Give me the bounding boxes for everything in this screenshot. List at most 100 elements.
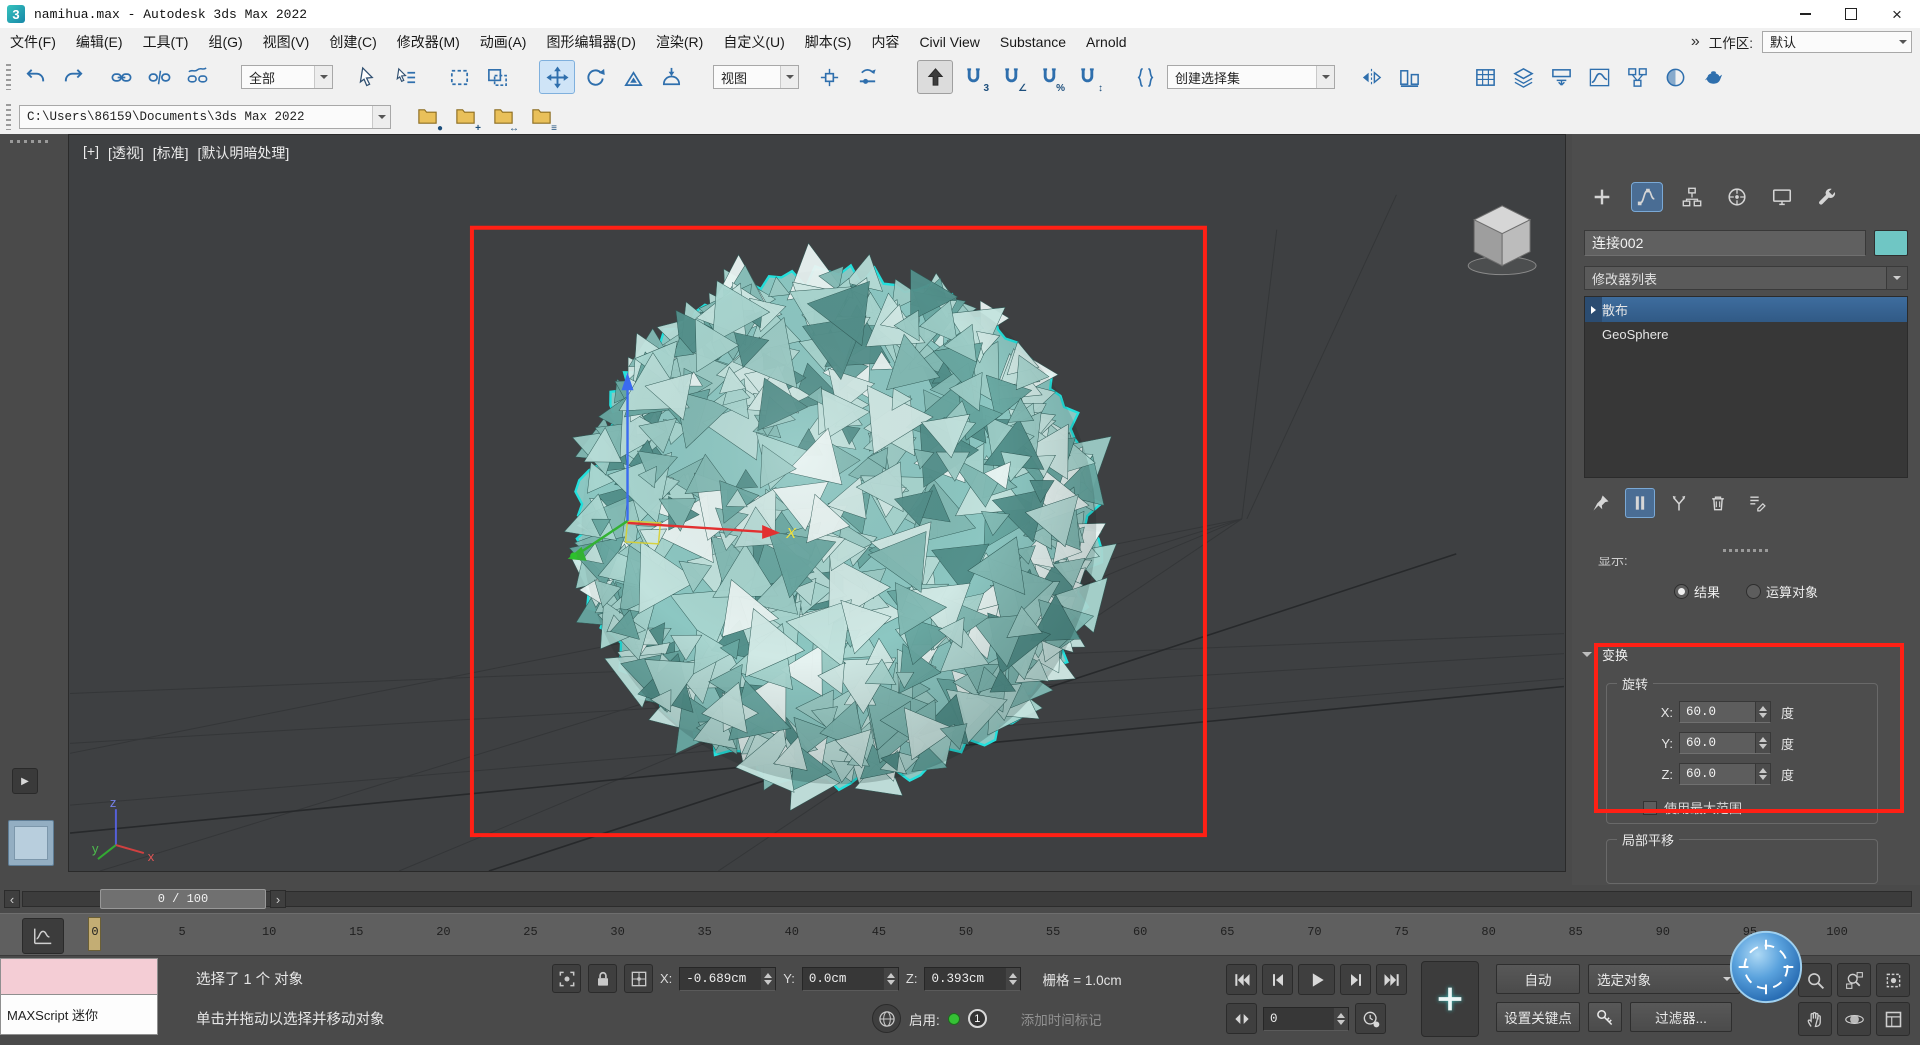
scattered-mesh-object[interactable]	[561, 242, 1131, 814]
selection-lock-button[interactable]	[588, 964, 617, 993]
material-editor-button[interactable]	[1657, 60, 1693, 94]
add-time-tag[interactable]: 添加时间标记	[1021, 1009, 1102, 1029]
radio-result[interactable]: 结果	[1673, 582, 1720, 601]
project-new-folder-button[interactable]: +	[447, 100, 483, 134]
ruler-tick-25[interactable]: 25	[523, 925, 537, 939]
rollout-splitter[interactable]	[1572, 549, 1920, 552]
angle-snap-button[interactable]: ∠	[993, 60, 1029, 94]
absolute-offset-toggle-button[interactable]	[624, 964, 653, 993]
spinner-arrows[interactable]	[1755, 733, 1770, 753]
project-edit-folder-button[interactable]: ≡	[523, 100, 559, 134]
previous-frame-button[interactable]	[1262, 964, 1293, 995]
tab-create[interactable]	[1586, 182, 1618, 212]
menu-item-4[interactable]: 视图(V)	[253, 28, 320, 55]
ruler-tick-100[interactable]: 100	[1826, 925, 1848, 939]
select-and-link-button[interactable]	[103, 60, 139, 94]
interactive-render-icon[interactable]	[872, 1004, 901, 1033]
window-crossing-button[interactable]	[479, 60, 515, 94]
ruler-tick-85[interactable]: 85	[1568, 925, 1582, 939]
zoom-button[interactable]	[1798, 963, 1832, 997]
redo-button[interactable]	[55, 60, 91, 94]
menu-item-13[interactable]: Civil View	[909, 28, 989, 55]
tab-display[interactable]	[1766, 182, 1798, 212]
ruler-tick-55[interactable]: 55	[1046, 925, 1060, 939]
play-button[interactable]	[1298, 964, 1335, 995]
ruler-tick-40[interactable]: 40	[785, 925, 799, 939]
key-step-toggle-button[interactable]	[1226, 1003, 1257, 1034]
minimize-button[interactable]	[1782, 0, 1828, 28]
viewport-shading-menu[interactable]: [默认明暗处理]	[198, 143, 290, 163]
tab-modify[interactable]	[1631, 182, 1663, 212]
maximize-button[interactable]	[1828, 0, 1874, 28]
pin-stack-button[interactable]	[1586, 488, 1616, 518]
ruler-tick-90[interactable]: 90	[1656, 925, 1670, 939]
menu-item-1[interactable]: 编辑(E)	[66, 28, 133, 55]
count-badge[interactable]: 1	[967, 1009, 987, 1028]
configure-modifier-sets-button[interactable]	[1742, 488, 1772, 518]
workspace-dropdown[interactable]: 默认	[1762, 30, 1912, 53]
radio-operands[interactable]: 运算对象	[1746, 582, 1818, 601]
spinner-arrows[interactable]	[1005, 967, 1021, 990]
menu-item-5[interactable]: 创建(C)	[319, 28, 386, 55]
menu-item-9[interactable]: 渲染(R)	[646, 28, 713, 55]
edit-named-selection-sets-button[interactable]	[1127, 60, 1163, 94]
next-frame-button[interactable]	[1340, 964, 1371, 995]
menu-item-3[interactable]: 组(G)	[198, 28, 252, 55]
menu-item-8[interactable]: 图形编辑器(D)	[536, 28, 645, 55]
reference-coordinate-dropdown[interactable]: 视图	[713, 65, 799, 89]
spinner-snap-button[interactable]: ↕	[1069, 60, 1105, 94]
curve-editor-button[interactable]	[1581, 60, 1617, 94]
make-unique-button[interactable]	[1664, 488, 1694, 518]
tab-hierarchy[interactable]	[1676, 182, 1708, 212]
time-step-back-button[interactable]: ‹	[4, 890, 20, 908]
time-configuration-button[interactable]	[1355, 1003, 1386, 1034]
current-frame-field[interactable]: 0	[1263, 1006, 1349, 1031]
project-folder-settings-button[interactable]: ●	[409, 100, 445, 134]
select-and-manipulate-button[interactable]	[849, 60, 885, 94]
menu-item-6[interactable]: 修改器(M)	[387, 28, 470, 55]
viewport-standard-menu[interactable]: [标准]	[153, 143, 189, 163]
select-and-place-button[interactable]	[653, 60, 689, 94]
remove-modifier-button[interactable]	[1703, 488, 1733, 518]
align-button[interactable]	[1391, 60, 1427, 94]
set-key-button[interactable]: 设置关键点	[1496, 1002, 1580, 1032]
ruler-tick-65[interactable]: 65	[1220, 925, 1234, 939]
ruler-tick-50[interactable]: 50	[959, 925, 973, 939]
menu-item-7[interactable]: 动画(A)	[470, 28, 537, 55]
maxscript-mini-listener[interactable]: MAXScript 迷你	[0, 958, 158, 1035]
zoom-extents-button[interactable]	[1876, 963, 1910, 997]
ruler-tick-95[interactable]: 95	[1743, 925, 1757, 939]
ruler-tick-80[interactable]: 80	[1481, 925, 1495, 939]
use-pivot-center-button[interactable]	[811, 60, 847, 94]
undo-button[interactable]	[17, 60, 53, 94]
track-bar[interactable]: 0 5 10 15 20 25 30 35 40 45 50 55 60 65 70 75 80 85 90 95 10…	[0, 913, 1920, 957]
tab-utilities[interactable]	[1811, 182, 1843, 212]
expand-strip-button[interactable]: ▶	[12, 768, 38, 794]
toolbar-drag-handle[interactable]	[6, 103, 11, 130]
viewport-layout-tab[interactable]	[8, 820, 54, 866]
ruler-tick-15[interactable]: 15	[349, 925, 363, 939]
viewport-pov-menu[interactable]: [透视]	[108, 143, 144, 163]
menu-item-2[interactable]: 工具(T)	[133, 28, 199, 55]
ruler-tick-0[interactable]: 0	[91, 925, 98, 939]
rotation-z-input[interactable]: 60.0	[1679, 763, 1771, 785]
key-filter-dropdown[interactable]: 选定对象	[1588, 964, 1740, 994]
x-coordinate-field[interactable]: -0.689cm	[679, 966, 777, 991]
selection-filter-dropdown[interactable]: 全部	[241, 65, 333, 89]
ruler-tick-60[interactable]: 60	[1133, 925, 1147, 939]
mirror-button[interactable]	[1353, 60, 1389, 94]
create-key-button[interactable]	[1421, 961, 1479, 1037]
percent-snap-button[interactable]: %	[1031, 60, 1067, 94]
transform-rollout-header[interactable]: 变换	[1582, 645, 1628, 664]
z-coordinate-field[interactable]: 0.393cm	[924, 966, 1022, 991]
render-setup-button[interactable]	[1695, 60, 1731, 94]
y-coordinate-field[interactable]: 0.0cm	[801, 966, 899, 991]
ruler-tick-30[interactable]: 30	[610, 925, 624, 939]
spinner-arrows[interactable]	[882, 967, 898, 990]
ruler-tick-70[interactable]: 70	[1307, 925, 1321, 939]
maximize-viewport-toggle-button[interactable]	[1876, 1002, 1910, 1036]
menu-item-11[interactable]: 脚本(S)	[795, 28, 862, 55]
time-slider-track[interactable]	[22, 891, 1912, 907]
go-to-start-button[interactable]	[1226, 964, 1257, 995]
toggle-ribbon-button[interactable]	[1543, 60, 1579, 94]
